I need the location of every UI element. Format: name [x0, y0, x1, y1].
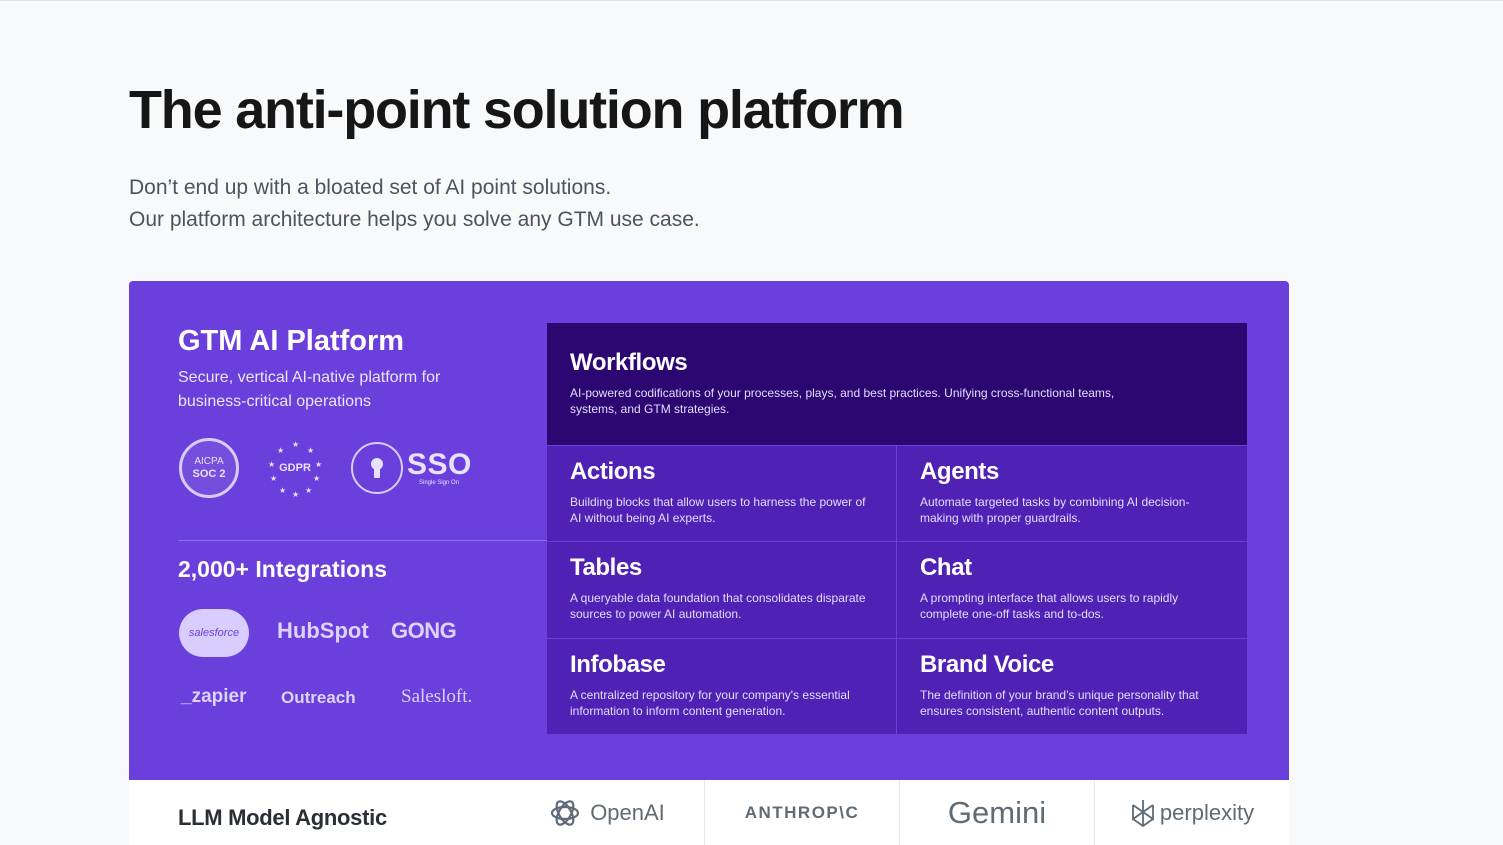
feature-agents[interactable]: Agents Automate targeted tasks by combin… — [897, 446, 1247, 541]
feature-desc: A prompting interface that allows users … — [920, 591, 1179, 621]
sso-badge-icon: SSO Single Sign On — [351, 442, 472, 494]
page-title: The anti-point solution platform — [129, 80, 905, 140]
gdpr-badge-icon: ★ ★ ★ ★ ★ ★ ★ ★ ★ ★ GDPR — [268, 440, 323, 499]
feature-title: Infobase — [570, 651, 666, 678]
openai-logo: OpenAI — [509, 780, 704, 845]
llm-strip: LLM Model Agnostic OpenAI ANTHROP\C Gemi… — [129, 780, 1289, 845]
feature-tables[interactable]: Tables A queryable data foundation that … — [547, 542, 896, 638]
feature-desc: A queryable data foundation that consoli… — [570, 591, 866, 621]
subtitle-line-1: Don’t end up with a bloated set of AI po… — [129, 176, 612, 199]
soc2-badge-icon: AICPA SOC 2 — [179, 438, 239, 498]
page-subtitle: Don’t end up with a bloated set of AI po… — [129, 172, 700, 236]
feature-desc: Automate targeted tasks by combining AI … — [920, 495, 1190, 525]
openai-icon — [551, 800, 580, 826]
sso-badge-label: SSO — [407, 448, 472, 481]
soc2-badge-label: SOC 2 — [192, 468, 226, 480]
feature-workflows[interactable]: Workflows AI-powered codifications of yo… — [547, 323, 1247, 445]
anthropic-logo: ANTHROP\C — [704, 780, 899, 845]
zapier-logo: _zapier — [181, 686, 247, 707]
gong-logo: GONG — [391, 618, 457, 643]
feature-desc: A centralized repository for your compan… — [570, 688, 850, 718]
perplexity-icon — [1132, 800, 1154, 828]
anthropic-label: ANTHROP\C — [744, 803, 860, 822]
platform-divider — [178, 540, 547, 541]
feature-title: Brand Voice — [920, 651, 1054, 678]
feature-chat[interactable]: Chat A prompting interface that allows u… — [897, 542, 1247, 638]
perplexity-label: perplexity — [1159, 800, 1255, 825]
llm-title: LLM Model Agnostic — [178, 805, 387, 830]
outreach-logo: Outreach — [281, 688, 356, 707]
feature-infobase[interactable]: Infobase A centralized repository for yo… — [547, 639, 896, 734]
feature-desc: Building blocks that allow users to harn… — [570, 495, 866, 525]
keyhole-icon — [351, 442, 403, 494]
compliance-badges: AICPA SOC 2 ★ ★ ★ ★ ★ ★ ★ ★ ★ ★ GDPR SSO… — [179, 438, 472, 499]
feature-title: Chat — [920, 554, 972, 581]
gemini-label: Gemini — [947, 795, 1047, 830]
feature-title: Agents — [920, 458, 999, 485]
salesforce-logo: salesforce — [179, 609, 249, 657]
feature-title: Tables — [570, 554, 642, 581]
platform-subtitle: Secure, vertical AI-native platform for … — [178, 369, 441, 410]
perplexity-logo: perplexity — [1094, 780, 1289, 845]
gemini-logo: Gemini — [899, 780, 1094, 845]
hubspot-logo: HubSpot — [277, 618, 369, 643]
subtitle-line-2: Our platform architecture helps you solv… — [129, 208, 700, 231]
integrations-title: 2,000+ Integrations — [178, 556, 387, 582]
feature-title: Actions — [570, 458, 656, 485]
feature-desc: The definition of your brand’s unique pe… — [920, 688, 1199, 718]
feature-actions[interactable]: Actions Building blocks that allow users… — [547, 446, 896, 541]
feature-brand-voice[interactable]: Brand Voice The definition of your brand… — [897, 639, 1247, 734]
openai-label: OpenAI — [590, 800, 665, 825]
sso-badge-sub: Single Sign On — [419, 480, 460, 486]
soc2-badge-top: AICPA — [194, 456, 224, 467]
platform-panel: GTM AI Platform Secure, vertical AI-nati… — [129, 281, 1289, 780]
feature-title: Workflows — [570, 349, 688, 376]
platform-title: GTM AI Platform — [178, 325, 405, 357]
gdpr-badge-label: GDPR — [279, 462, 311, 474]
feature-desc: AI-powered codifications of your process… — [570, 386, 1115, 416]
salesloft-logo: Salesloft. — [401, 686, 473, 707]
feature-grid: Workflows AI-powered codifications of yo… — [547, 323, 1247, 734]
